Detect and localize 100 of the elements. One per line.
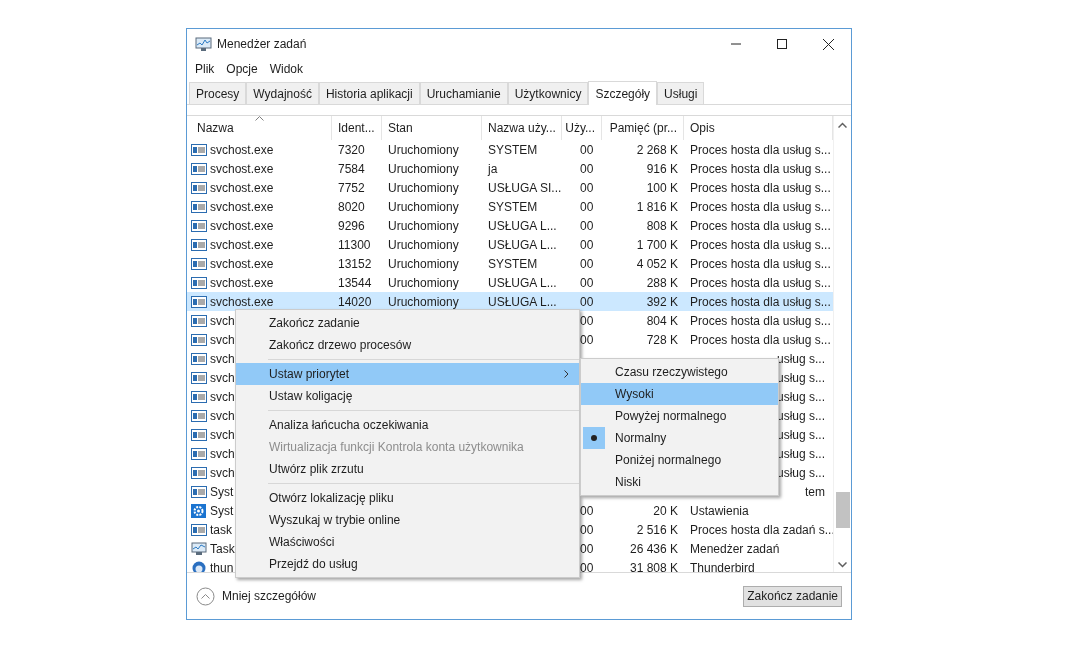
scroll-down-icon[interactable] [838, 562, 847, 568]
window-icon [191, 522, 207, 537]
menu-item[interactable]: Plik [189, 60, 221, 78]
submenu-item[interactable]: Poniżej normalnego [581, 449, 778, 471]
end-task-button[interactable]: Zakończ zadanie [743, 585, 842, 607]
context-menu-item[interactable]: Właściwości [236, 531, 579, 553]
cpu-usage: 00 [579, 236, 595, 254]
process-name: svch [210, 426, 235, 444]
cpu-usage: 00 [579, 521, 595, 539]
submenu-item[interactable]: Normalny [581, 427, 778, 449]
process-name: Syst [210, 502, 234, 520]
context-menu-item[interactable]: Ustaw priorytet [236, 363, 579, 385]
process-name: svchost.exe [210, 293, 274, 311]
context-menu-item[interactable]: Ustaw koligację [236, 385, 579, 407]
process-id: 7584 [337, 160, 366, 178]
user-name: USŁUGA L... [487, 274, 558, 292]
status-text: Uruchomiony [387, 255, 460, 273]
cpu-usage: 00 [579, 502, 595, 520]
cpu-usage: 00 [579, 141, 595, 159]
gear-icon [191, 503, 207, 518]
memory-usage: 392 K [645, 293, 679, 311]
tab[interactable]: Usługi [657, 82, 705, 104]
cpu-usage: 00 [579, 160, 595, 178]
sort-ascending-icon [255, 116, 264, 121]
collapse-chevron-icon[interactable] [196, 586, 215, 606]
status-text: Uruchomiony [387, 198, 460, 216]
window-icon [191, 294, 207, 309]
process-id: 14020 [337, 293, 373, 311]
user-name: SYSTEM [487, 255, 539, 273]
user-name: USŁUGA L... [487, 217, 558, 235]
window-icon [191, 370, 207, 385]
tab[interactable]: Historia aplikacji [318, 82, 420, 104]
process-name: Task [210, 540, 235, 558]
window-icon [191, 427, 207, 442]
scroll-up-icon[interactable] [838, 122, 847, 128]
context-menu-item[interactable]: Utwórz plik zrzutu [236, 458, 579, 480]
user-name: SYSTEM [487, 198, 539, 216]
memory-usage: 804 K [645, 312, 679, 330]
description: Menedżer zadań [689, 540, 781, 558]
tab[interactable]: Wydajność [246, 82, 319, 104]
submenu-item[interactable]: Powyżej normalnego [581, 405, 778, 427]
memory-usage: 1 816 K [635, 198, 679, 216]
memory-usage: 4 052 K [635, 255, 679, 273]
memory-usage: 2 268 K [635, 141, 679, 159]
tab[interactable]: Szczegóły [588, 81, 658, 105]
description: Ustawienia [689, 502, 750, 520]
memory-usage: 31 808 K [628, 559, 679, 572]
column-header[interactable]: Uży... [562, 116, 602, 140]
user-name: USŁUGA SI... [487, 179, 562, 197]
description: Proces hosta dla usług s... [689, 312, 832, 330]
status-text: Uruchomiony [387, 293, 460, 311]
tab[interactable]: Uruchamianie [419, 82, 508, 104]
window-icon [191, 142, 207, 157]
process-id: 7320 [337, 141, 366, 159]
column-header[interactable]: Nazwa uży... [482, 116, 562, 140]
fewer-details-link[interactable]: Mniej szczegółów [222, 587, 317, 605]
cpu-usage: 00 [579, 559, 595, 572]
context-menu-item[interactable]: Zakończ zadanie [236, 312, 579, 334]
selected-table-row[interactable]: svchost.exe 14020 Uruchomiony USŁUGA L... 00 392 K Proces hosta dla usług s... [187, 292, 833, 311]
column-header[interactable]: Stan [382, 116, 482, 140]
user-name: SYSTEM [487, 141, 539, 159]
context-menu-item[interactable]: Zakończ drzewo procesów [236, 334, 579, 356]
column-header[interactable]: Ident... [332, 116, 382, 140]
window-icon [191, 199, 207, 214]
menu-item[interactable]: Opcje [220, 60, 264, 78]
process-id: 9296 [337, 217, 366, 235]
status-text: Uruchomiony [387, 160, 460, 178]
scrollbar[interactable] [833, 116, 851, 572]
description: Proces hosta dla usług s... [689, 255, 832, 273]
cpu-usage: 00 [579, 217, 595, 235]
memory-usage: 1 700 K [635, 236, 679, 254]
process-name: svchost.exe [210, 236, 274, 254]
context-menu-item[interactable]: Otwórz lokalizację pliku [236, 487, 579, 509]
window-icon [191, 161, 207, 176]
submenu-item[interactable]: Niski [581, 471, 778, 493]
tab[interactable]: Procesy [189, 82, 247, 104]
menu-item[interactable]: Widok [263, 60, 310, 78]
description: Proces hosta dla zadań s... [689, 521, 833, 539]
process-id: 7752 [337, 179, 366, 197]
description: Thunderbird [689, 559, 756, 572]
tab[interactable]: Użytkownicy [507, 82, 589, 104]
submenu-item[interactable]: Wysoki [581, 383, 778, 405]
context-menu-item[interactable]: Przejdź do usług [236, 553, 579, 575]
memory-usage: 728 K [645, 331, 679, 349]
process-name: thun [210, 559, 234, 572]
process-name: Syst [210, 483, 234, 501]
memory-usage: 916 K [645, 160, 679, 178]
submenu-item[interactable]: Czasu rzeczywistego [581, 361, 778, 383]
process-name: svch [210, 464, 235, 482]
column-header[interactable]: Pamięć (pr... [602, 116, 684, 140]
process-name: svchost.exe [210, 141, 274, 159]
context-menu-item[interactable]: Analiza łańcucha oczekiwania [236, 414, 579, 436]
scrollbar-thumb[interactable] [835, 492, 850, 528]
column-header[interactable]: Nazwa [187, 116, 332, 140]
memory-usage: 26 436 K [628, 540, 679, 558]
window-icon [191, 389, 207, 404]
context-menu-item[interactable]: Wyszukaj w trybie online [236, 509, 579, 531]
status-text: Uruchomiony [387, 274, 460, 292]
globe-icon [191, 560, 207, 572]
process-name: svch [210, 369, 235, 387]
